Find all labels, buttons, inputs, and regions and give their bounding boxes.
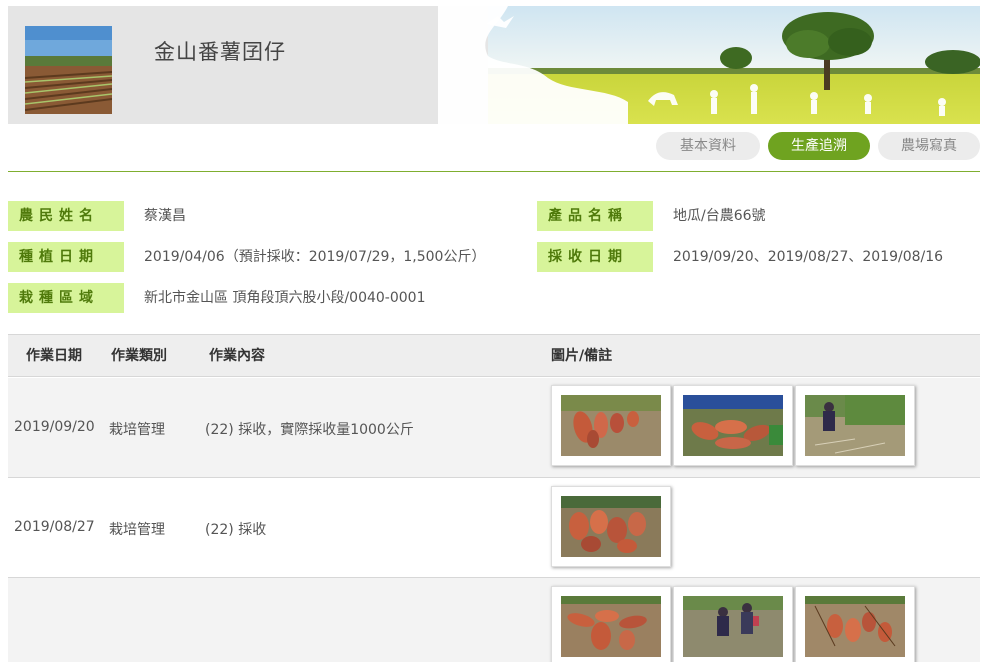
farmer-name-label: 農民姓名 [8, 201, 124, 231]
tab-basic-info[interactable]: 基本資料 [656, 132, 760, 160]
product-name-label: 產品名稱 [537, 201, 653, 231]
sweet-potato-pile-photo[interactable] [551, 385, 671, 466]
table-row: 2019/08/27 栽培管理 (22) 採收 [8, 478, 980, 578]
sweet-potato-field-photo[interactable] [795, 586, 915, 662]
row-content: (22) 採收 [205, 522, 267, 538]
farm-avatar [25, 26, 112, 114]
row-date: 2019/08/27 [14, 519, 95, 535]
planting-area-label: 栽種區域 [8, 283, 124, 313]
sweet-potato-pile-photo[interactable] [551, 486, 671, 567]
divider [8, 171, 980, 172]
farmer-harvesting-photo[interactable] [673, 586, 793, 662]
row-type: 栽培管理 [109, 422, 165, 438]
row-content: (22) 採收，實際採收量1000公斤 [205, 422, 414, 438]
planting-area-value: 新北市金山區 頂角段頂六股小段/0040-0001 [144, 290, 426, 306]
farmer-harvesting-photo[interactable] [795, 385, 915, 466]
tab-bar: 基本資料 生產追溯 農場寫真 [0, 132, 984, 162]
farmer-name-value: 蔡漢昌 [144, 208, 186, 224]
harvest-date-value: 2019/09/20、2019/08/27、2019/08/16 [673, 249, 944, 265]
harvest-date-label: 採收日期 [537, 242, 653, 272]
tab-production-trace[interactable]: 生產追溯 [768, 132, 870, 160]
plant-date-value: 2019/04/06（預計採收：2019/07/29，1,500公斤） [144, 249, 486, 265]
column-header-type: 作業類別 [111, 348, 167, 364]
sweet-potato-crate-photo[interactable] [673, 385, 793, 466]
row-type: 栽培管理 [109, 522, 165, 538]
sweet-potato-pile-photo[interactable] [551, 586, 671, 662]
tab-farm-photos[interactable]: 農場寫真 [878, 132, 980, 160]
product-name-value: 地瓜/台農66號 [673, 208, 766, 224]
column-header-photo-note: 圖片/備註 [551, 348, 613, 364]
table-header: 作業日期 作業類別 作業內容 圖片/備註 [8, 334, 980, 377]
table-row: 2019/09/20 栽培管理 (22) 採收，實際採收量1000公斤 [8, 378, 980, 478]
row-date: 2019/09/20 [14, 419, 95, 435]
plant-date-label: 種植日期 [8, 242, 124, 272]
column-header-content: 作業內容 [209, 348, 265, 364]
column-header-date: 作業日期 [26, 348, 82, 364]
table-row [8, 578, 980, 662]
header-banner: 金山番薯囝仔 [8, 6, 980, 124]
farm-name-title: 金山番薯囝仔 [154, 40, 286, 64]
